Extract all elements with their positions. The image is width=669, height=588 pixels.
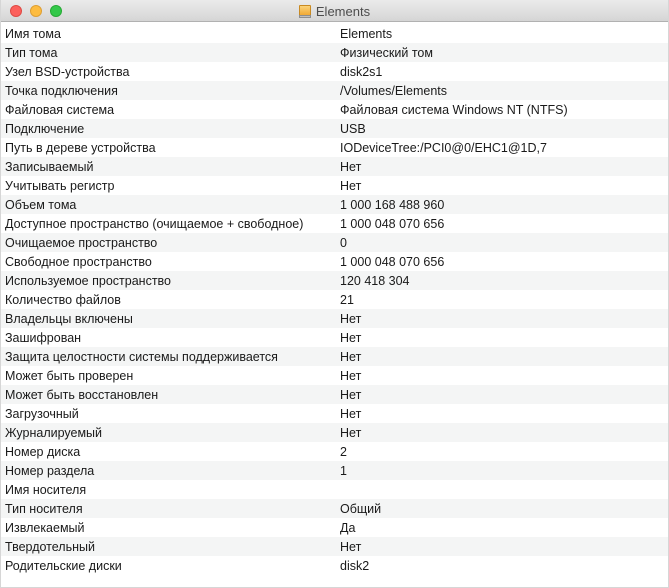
- property-key: Родительские диски: [5, 558, 122, 573]
- property-value: Нет: [340, 539, 362, 554]
- property-row: Файловая система Файловая система Windows…: [1, 100, 668, 119]
- property-row: Родительские диски disk2: [1, 556, 668, 575]
- property-value: 1 000 048 070 656: [340, 216, 445, 231]
- property-key: Может быть восстановлен: [5, 387, 159, 402]
- property-value: 0: [340, 235, 347, 250]
- property-row: Подключение USB: [1, 119, 668, 138]
- property-value: Нет: [340, 311, 362, 326]
- property-row: Точка подключения/Volumes/Elements: [1, 81, 668, 100]
- property-key: Очищаемое пространство: [5, 235, 158, 250]
- property-row: Может быть восстановлен Нет: [1, 385, 668, 404]
- property-key: Загрузочный: [5, 406, 79, 421]
- title-bar[interactable]: Elements: [1, 0, 668, 22]
- property-row: Тип носителя Общий: [1, 499, 668, 518]
- property-row: Владельцы включены Нет: [1, 309, 668, 328]
- property-row: Имя тома Elements: [1, 24, 668, 43]
- property-value: disk2: [340, 558, 370, 573]
- property-value: 2: [340, 444, 347, 459]
- property-key: Номер диска: [5, 444, 81, 459]
- property-row: Журналируемый Нет: [1, 423, 668, 442]
- property-value: USB: [340, 121, 366, 136]
- property-key: Файловая система: [5, 102, 115, 117]
- property-value: Нет: [340, 349, 362, 364]
- property-key: Имя тома: [5, 26, 61, 41]
- property-value: 1: [340, 463, 347, 478]
- property-row: Твердотельный Нет: [1, 537, 668, 556]
- property-value: Файловая система Windows NT (NTFS): [340, 102, 568, 117]
- property-value: Нет: [340, 330, 362, 345]
- property-key: Извлекаемый: [5, 520, 85, 535]
- property-key: Защита целостности системы поддерживаетс…: [5, 349, 278, 364]
- property-key: Твердотельный: [5, 539, 95, 554]
- property-row: Путь в дереве устройства IODeviceTree:/PC…: [1, 138, 668, 157]
- property-key: Владельцы включены: [5, 311, 133, 326]
- window-title: Elements: [315, 3, 371, 19]
- property-value: Физический том: [340, 45, 433, 60]
- property-key: Может быть проверен: [5, 368, 134, 383]
- property-row: Зашифрован Нет: [1, 328, 668, 347]
- property-value: Elements: [340, 26, 393, 41]
- property-row: Объем тома 1 000 168 488 960: [1, 195, 668, 214]
- property-value: IODeviceTree:/PCI0@0/EHC1@1D,7: [340, 140, 547, 155]
- property-key: Учитывать регистр: [5, 178, 115, 193]
- property-row: Записываемый Нет: [1, 157, 668, 176]
- window-title-group: Elements: [1, 0, 668, 22]
- property-key: Доступное пространство (очищаемое + своб…: [5, 216, 304, 231]
- property-row: Может быть проверен Нет: [1, 366, 668, 385]
- property-key: Количество файлов: [5, 292, 121, 307]
- property-value: Нет: [340, 387, 362, 402]
- property-key: Номер раздела: [5, 463, 95, 478]
- property-key: Используемое пространство: [5, 273, 171, 288]
- external-drive-icon: [298, 4, 311, 18]
- property-value: Нет: [340, 368, 362, 383]
- property-value: Нет: [340, 178, 362, 193]
- property-row: Свободное пространство 1 000 048 070 656: [1, 252, 668, 271]
- property-value: Нет: [340, 159, 362, 174]
- property-row: Защита целостности системы поддерживаетс…: [1, 347, 668, 366]
- property-key: Точка подключения: [5, 83, 118, 98]
- property-value: 1 000 048 070 656: [340, 254, 445, 269]
- property-value: Нет: [340, 425, 362, 440]
- property-key: Свободное пространство: [5, 254, 152, 269]
- property-value: Общий: [340, 501, 382, 516]
- property-row: Тип тома Физический том: [1, 43, 668, 62]
- property-key: Записываемый: [5, 159, 94, 174]
- property-row: Имя носителя: [1, 480, 668, 499]
- property-value: Нет: [340, 406, 362, 421]
- property-key: Путь в дереве устройства: [5, 140, 156, 155]
- property-key: Тип тома: [5, 45, 58, 60]
- property-key: Журналируемый: [5, 425, 103, 440]
- property-value: 1 000 168 488 960: [340, 197, 445, 212]
- property-row: Узел BSD-устройства disk2s1: [1, 62, 668, 81]
- property-value: 120 418 304: [340, 273, 410, 288]
- property-row: Очищаемое пространство 0: [1, 233, 668, 252]
- property-row: Учитывать регистр Нет: [1, 176, 668, 195]
- property-row: Извлекаемый Да: [1, 518, 668, 537]
- property-value: 21: [340, 292, 354, 307]
- property-value: disk2s1: [340, 64, 383, 79]
- property-row: Номер раздела 1: [1, 461, 668, 480]
- property-value: Да: [340, 520, 356, 535]
- property-key: Имя носителя: [5, 482, 87, 497]
- info-window: Elements Имя тома Elements Тип тома Физичес…: [0, 0, 669, 588]
- property-row: Количество файлов 21: [1, 290, 668, 309]
- property-row: Доступное пространство (очищаемое + своб…: [1, 214, 668, 233]
- property-key: Узел BSD-устройства: [5, 64, 130, 79]
- property-row: Номер диска 2: [1, 442, 668, 461]
- property-row: Используемое пространство 120 418 304: [1, 271, 668, 290]
- property-row: Загрузочный Нет: [1, 404, 668, 423]
- property-key: Зашифрован: [5, 330, 82, 345]
- property-key: Объем тома: [5, 197, 77, 212]
- property-key: Подключение: [5, 121, 85, 136]
- properties-list: Имя тома Elements Тип тома Физический том Уз…: [1, 24, 668, 575]
- property-value: /Volumes/Elements: [340, 83, 447, 98]
- property-key: Тип носителя: [5, 501, 83, 516]
